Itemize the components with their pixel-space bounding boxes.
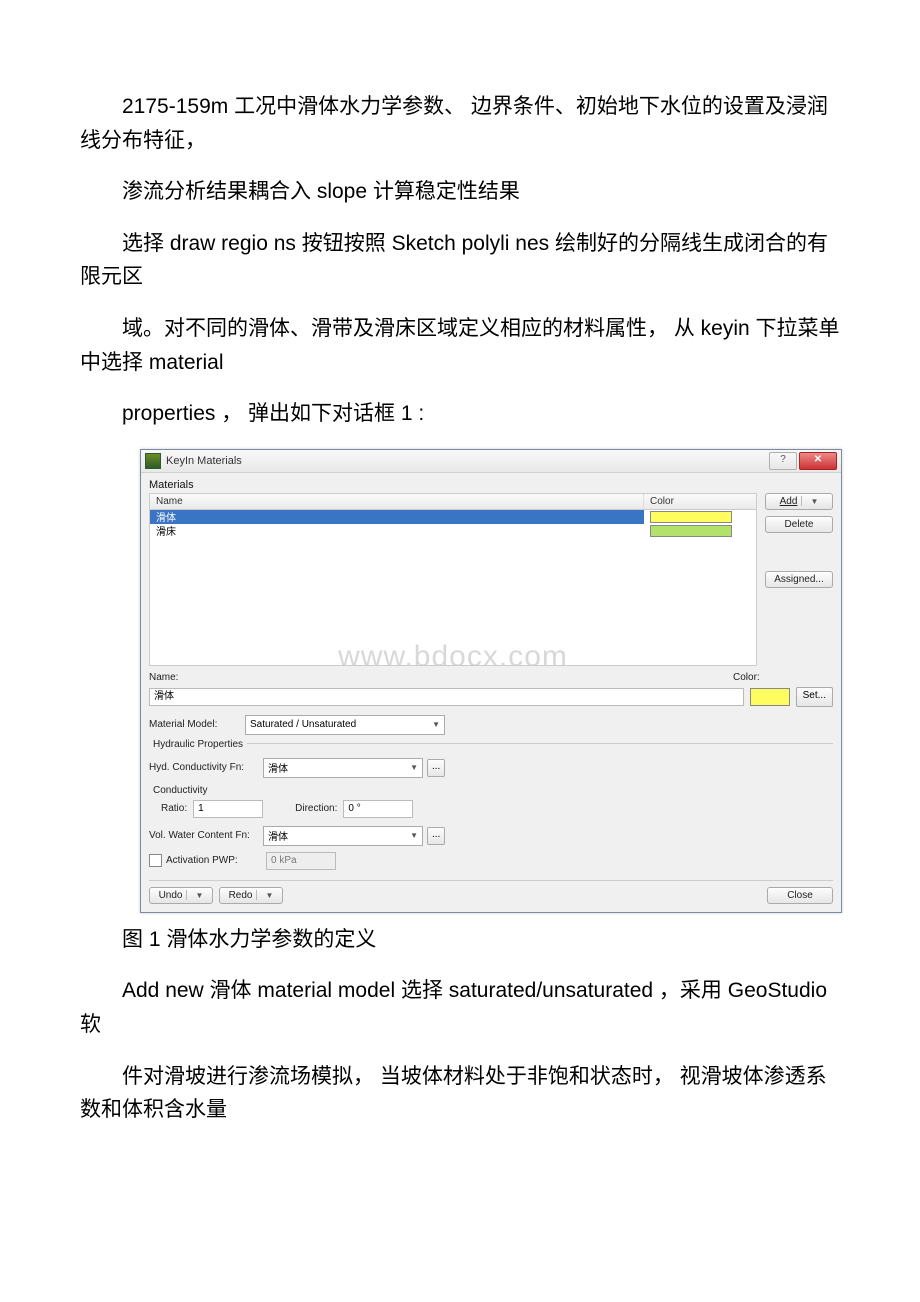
keyin-materials-dialog: KeyIn Materials ? ✕ Materials Name Color… <box>140 449 842 913</box>
delete-button[interactable]: Delete <box>765 516 833 533</box>
fields-area: Name: Color: 滑体 Set... Material Model: S… <box>149 672 833 904</box>
name-label: Name: <box>149 672 727 683</box>
vol-water-dropdown[interactable]: 滑体 ▼ <box>263 826 423 846</box>
material-model-dropdown[interactable]: Saturated / Unsaturated ▼ <box>245 715 445 735</box>
vol-water-edit-button[interactable]: ... <box>427 827 445 845</box>
list-item-name: 滑床 <box>150 523 644 538</box>
chevron-down-icon: ▼ <box>432 720 440 729</box>
material-model-value: Saturated / Unsaturated <box>250 719 432 730</box>
watermark: www.bdocx.com <box>338 640 568 666</box>
chevron-down-icon[interactable]: ▼ <box>195 891 203 900</box>
direction-input[interactable]: 0 ° <box>343 800 413 818</box>
help-button[interactable]: ? <box>769 452 797 470</box>
side-buttons: Add ▼ Delete Assigned... <box>765 493 833 666</box>
list-item-color <box>644 511 756 523</box>
ratio-label: Ratio: <box>161 803 187 814</box>
list-box[interactable]: 滑体 滑床 www.bdocx.com <box>149 509 757 666</box>
activation-pwp-value: 0 kPa <box>266 852 336 870</box>
app-icon <box>145 453 161 469</box>
ratio-input[interactable]: 1 <box>193 800 263 818</box>
add-button[interactable]: Add ▼ <box>765 493 833 510</box>
chevron-down-icon[interactable]: ▼ <box>810 497 818 506</box>
paragraph: 选择 draw regio ns 按钮按照 Sketch polyli nes … <box>80 227 840 294</box>
name-input[interactable]: 滑体 <box>149 688 744 706</box>
materials-list: Name Color 滑体 滑床 www.bdocx.com <box>149 493 757 666</box>
add-label: Add <box>780 496 798 507</box>
hydraulic-properties-group: Hydraulic Properties Hyd. Conductivity F… <box>149 743 833 870</box>
set-color-button[interactable]: Set... <box>796 687 833 707</box>
document-page: 2175-159m 工况中滑体水力学参数、 边界条件、初始地下水位的设置及浸润线… <box>0 0 920 1185</box>
group-title: Hydraulic Properties <box>149 739 247 750</box>
dialog-titlebar[interactable]: KeyIn Materials ? ✕ <box>141 450 841 473</box>
color-preview[interactable] <box>750 688 790 706</box>
list-item[interactable]: 滑床 <box>150 524 756 538</box>
activation-pwp-checkbox[interactable] <box>149 854 162 867</box>
hyd-conductivity-value: 滑体 <box>268 760 410 775</box>
column-name[interactable]: Name <box>150 494 644 509</box>
assigned-button[interactable]: Assigned... <box>765 571 833 588</box>
chevron-down-icon: ▼ <box>410 831 418 840</box>
direction-label: Direction: <box>295 803 337 814</box>
list-item-color <box>644 525 756 537</box>
chevron-down-icon: ▼ <box>410 763 418 772</box>
paragraph: Add new 滑体 material model 选择 saturated/u… <box>80 974 840 1041</box>
material-model-label: Material Model: <box>149 719 239 730</box>
figure-caption: 图 1 滑体水力学参数的定义 <box>80 923 840 957</box>
list-item[interactable]: 滑体 <box>150 510 756 524</box>
dialog-body: Materials Name Color 滑体 滑床 <box>141 473 841 912</box>
chevron-down-icon[interactable]: ▼ <box>265 891 273 900</box>
close-button[interactable]: Close <box>767 887 833 904</box>
color-swatch-yellow <box>650 511 732 523</box>
list-header: Name Color <box>149 493 757 509</box>
dialog-title: KeyIn Materials <box>166 455 769 467</box>
hyd-conductivity-dropdown[interactable]: 滑体 ▼ <box>263 758 423 778</box>
vol-water-label: Vol. Water Content Fn: <box>149 830 259 841</box>
paragraph: 2175-159m 工况中滑体水力学参数、 边界条件、初始地下水位的设置及浸润线… <box>80 90 840 157</box>
paragraph: properties ， 弹出如下对话框 1 : <box>80 397 840 431</box>
hyd-conductivity-edit-button[interactable]: ... <box>427 759 445 777</box>
redo-label: Redo <box>229 890 253 901</box>
color-label: Color: <box>733 672 833 683</box>
undo-button[interactable]: Undo ▼ <box>149 887 213 904</box>
list-item-name: 滑体 <box>150 509 644 524</box>
undo-label: Undo <box>159 890 183 901</box>
materials-section-label: Materials <box>149 479 833 491</box>
paragraph: 件对滑坡进行渗流场模拟， 当坡体材料处于非饱和状态时， 视滑坡体渗透系数和体积含… <box>80 1060 840 1127</box>
vol-water-value: 滑体 <box>268 828 410 843</box>
color-swatch-green <box>650 525 732 537</box>
dialog-footer: Undo ▼ Redo ▼ Close <box>149 880 833 904</box>
window-close-button[interactable]: ✕ <box>799 452 837 470</box>
conductivity-group-label: Conductivity <box>153 785 207 796</box>
redo-button[interactable]: Redo ▼ <box>219 887 283 904</box>
paragraph: 域。对不同的滑体、滑带及滑床区域定义相应的材料属性， 从 keyin 下拉菜单中… <box>80 312 840 379</box>
hyd-conductivity-label: Hyd. Conductivity Fn: <box>149 762 259 773</box>
column-color[interactable]: Color <box>644 494 756 509</box>
window-buttons: ? ✕ <box>769 452 837 470</box>
activation-pwp-label: Activation PWP: <box>166 855 262 866</box>
paragraph: 渗流分析结果耦合入 slope 计算稳定性结果 <box>80 175 840 209</box>
